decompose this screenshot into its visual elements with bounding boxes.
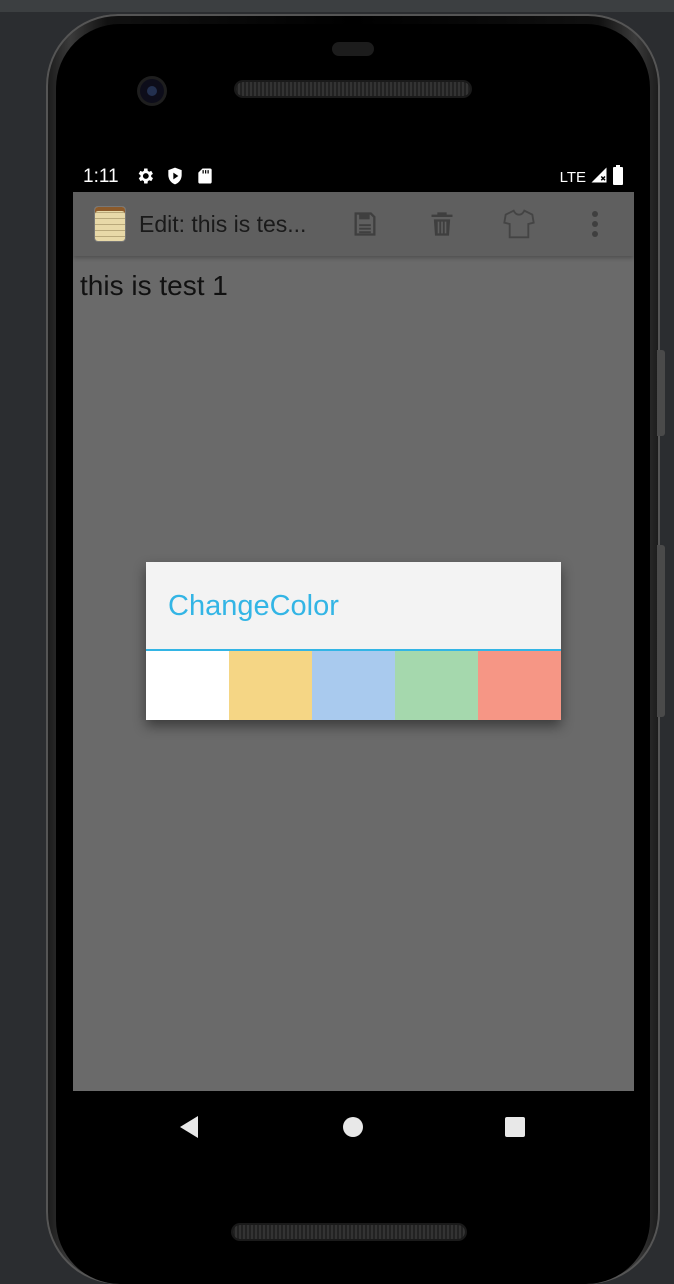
delete-icon bbox=[431, 212, 453, 236]
shield-play-icon bbox=[165, 166, 185, 186]
recents-button[interactable] bbox=[499, 1111, 531, 1143]
navigation-bar bbox=[73, 1091, 634, 1161]
sd-card-icon bbox=[195, 166, 215, 186]
shirt-icon bbox=[503, 209, 535, 239]
color-swatches bbox=[146, 651, 561, 720]
swatch-red[interactable] bbox=[478, 651, 561, 720]
network-type: LTE bbox=[559, 168, 586, 186]
swatch-green[interactable] bbox=[395, 651, 478, 720]
overflow-menu-button[interactable] bbox=[579, 208, 611, 240]
delete-button[interactable] bbox=[426, 208, 458, 240]
battery-icon bbox=[612, 165, 624, 189]
status-bar: 1:11 LTE bbox=[73, 160, 634, 192]
swatch-blue[interactable] bbox=[312, 651, 395, 720]
signal-icon bbox=[590, 166, 608, 188]
dialog-title: ChangeColor bbox=[168, 590, 339, 622]
home-button[interactable] bbox=[337, 1111, 369, 1143]
settings-icon bbox=[135, 166, 155, 186]
power-button[interactable] bbox=[657, 350, 665, 436]
top-speaker bbox=[236, 82, 470, 96]
bottom-speaker bbox=[233, 1225, 465, 1239]
toolbar-title: Edit: this is tes... bbox=[139, 211, 307, 237]
save-button[interactable] bbox=[349, 208, 381, 240]
emulator-top-bar bbox=[0, 0, 674, 12]
status-right-group: LTE bbox=[560, 165, 624, 189]
save-icon bbox=[354, 212, 376, 236]
back-icon bbox=[180, 1116, 198, 1138]
more-vert-icon bbox=[592, 211, 598, 237]
back-button[interactable] bbox=[173, 1111, 205, 1143]
volume-button[interactable] bbox=[657, 545, 665, 717]
front-camera bbox=[140, 79, 164, 103]
swatch-white[interactable] bbox=[146, 651, 229, 720]
swatch-yellow[interactable] bbox=[229, 651, 312, 720]
home-icon bbox=[343, 1117, 363, 1137]
notepad-app-icon bbox=[95, 207, 125, 241]
recents-icon bbox=[505, 1117, 525, 1137]
app-screen: Edit: this is tes... this is test 1 Chan… bbox=[73, 192, 634, 1091]
earpiece bbox=[332, 42, 374, 56]
change-color-dialog: ChangeColor bbox=[146, 562, 561, 720]
note-text[interactable]: this is test 1 bbox=[80, 270, 228, 302]
action-bar: Edit: this is tes... bbox=[73, 192, 634, 256]
change-color-button[interactable] bbox=[501, 208, 537, 240]
status-time: 1:11 bbox=[83, 166, 119, 187]
